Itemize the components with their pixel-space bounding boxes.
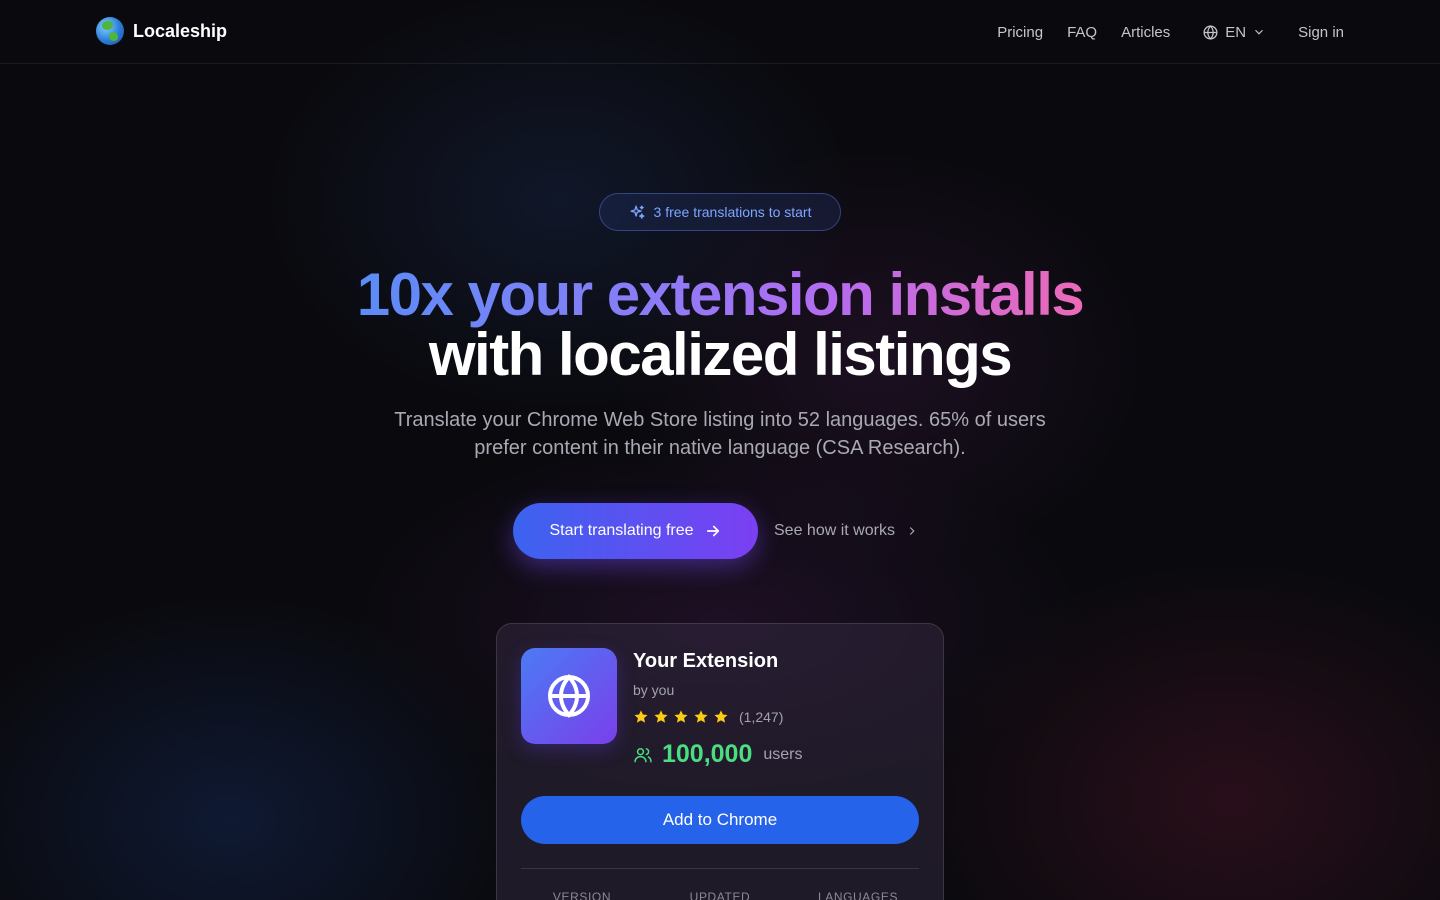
globe-icon	[548, 674, 590, 718]
see-how-label: See how it works	[774, 522, 895, 539]
users-stat: 100,000 users	[633, 740, 803, 769]
meta-label-updated: UPDATED	[689, 890, 751, 900]
users-icon	[634, 747, 652, 762]
hero-subtitle: Translate your Chrome Web Store listing …	[394, 409, 1046, 459]
add-to-chrome-button[interactable]: Add to Chrome	[521, 796, 919, 844]
extension-author: by you	[633, 682, 675, 698]
star-icon	[654, 710, 668, 723]
star-icon	[674, 710, 688, 723]
nav-links: Pricing FAQ Articles EN Sign in	[973, 0, 1344, 64]
users-label: users	[763, 745, 803, 763]
meta-label-version: VERSION	[552, 890, 612, 900]
sparkles-icon	[630, 204, 645, 219]
rating: (1,247)	[633, 709, 783, 725]
star-icon	[634, 710, 648, 723]
nav-link-faq[interactable]: FAQ	[1067, 24, 1097, 41]
extension-icon	[521, 648, 617, 744]
brand-name: Localeship	[133, 20, 228, 41]
star-icon	[694, 710, 708, 723]
globe-icon	[1203, 24, 1218, 40]
arrow-right-icon	[706, 525, 719, 537]
extension-name: Your Extension	[633, 650, 779, 672]
top-nav: Localeship Pricing FAQ Articles EN Sign …	[0, 0, 1440, 64]
earth-globe-icon	[96, 17, 124, 45]
chevron-down-icon	[1255, 29, 1264, 35]
start-translating-label: Start translating free	[549, 522, 694, 539]
nav-link-articles[interactable]: Articles	[1121, 24, 1170, 41]
nav-link-pricing[interactable]: Pricing	[997, 24, 1043, 41]
language-selector[interactable]: EN	[1202, 24, 1266, 41]
rating-count: (1,247)	[739, 709, 784, 725]
free-translations-badge: 3 free translations to start	[599, 193, 841, 231]
language-label: EN	[1225, 23, 1247, 41]
chevron-right-icon	[909, 527, 915, 535]
star-icon	[714, 710, 728, 723]
signin-link[interactable]: Sign in	[1298, 24, 1344, 41]
extension-preview-card: Your Extension by you (1,247) 100,000 us…	[496, 623, 944, 900]
brand[interactable]: Localeship	[96, 17, 227, 45]
card-divider	[521, 868, 919, 869]
users-count: 100,000	[662, 740, 753, 768]
start-translating-button[interactable]: Start translating free	[513, 503, 758, 559]
see-how-it-works-link[interactable]: See how it works	[774, 503, 919, 559]
hero-title-line2: with localized listings	[428, 321, 1013, 388]
meta-label-languages: LANGUAGES	[817, 890, 899, 900]
badge-text: 3 free translations to start	[653, 204, 812, 220]
hero-title-line1: 10x your extension installs	[356, 261, 1085, 328]
